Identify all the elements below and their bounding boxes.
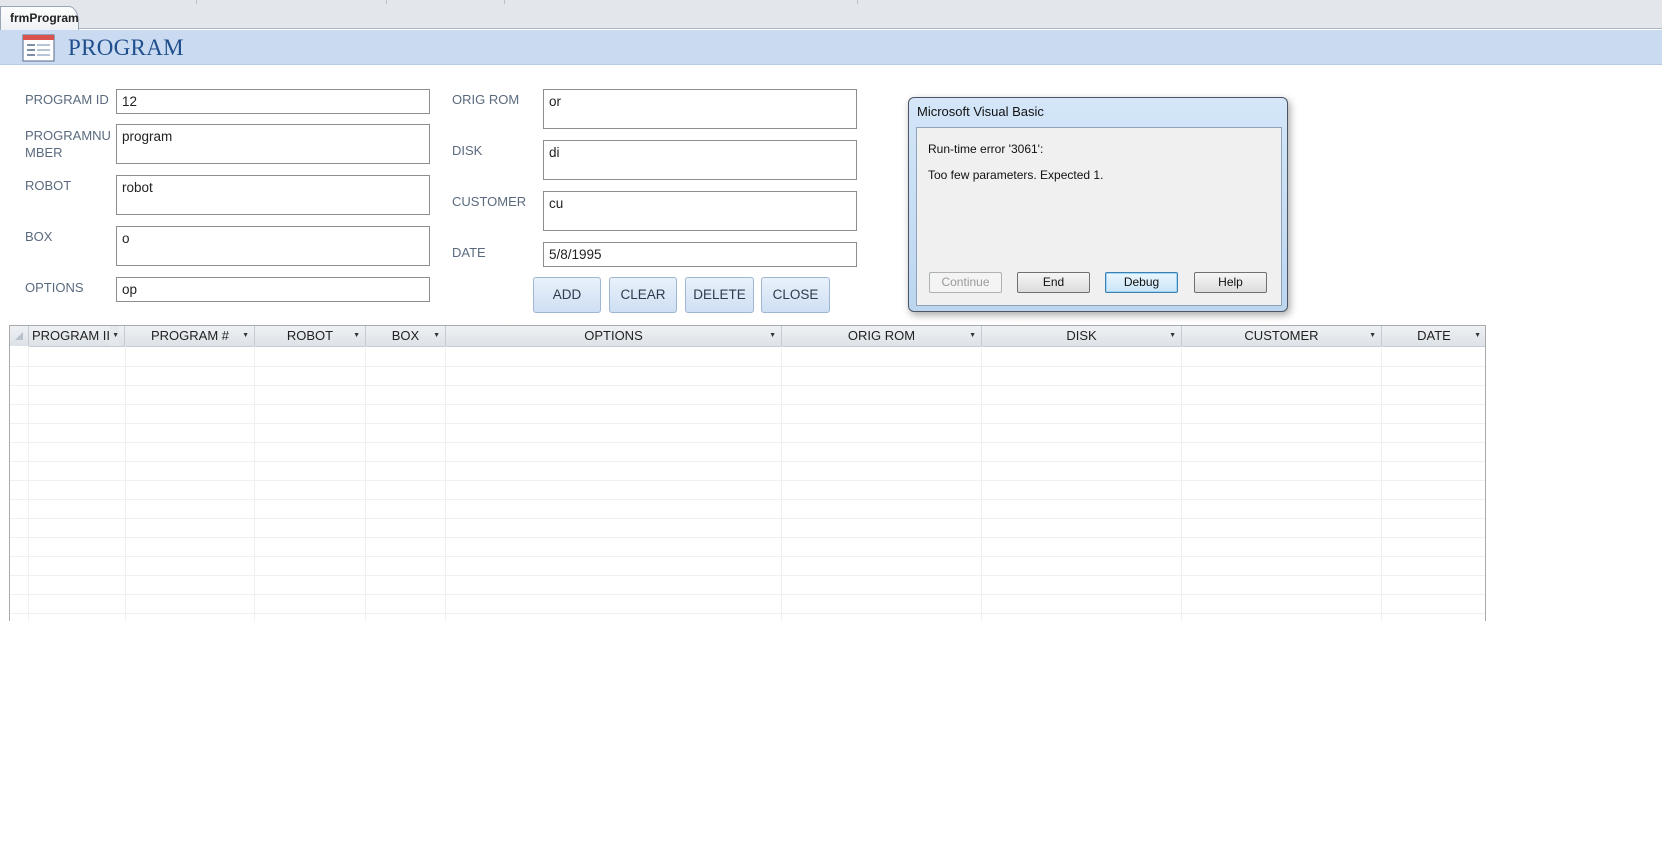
- program-id-field[interactable]: 12: [116, 89, 430, 114]
- grid-row-line: [10, 366, 1485, 367]
- column-header-label: BOX: [391, 328, 420, 343]
- record-selector-column[interactable]: [10, 346, 29, 621]
- column-header-box[interactable]: BOX ▼: [366, 326, 446, 346]
- grid-column-line: [1381, 346, 1382, 621]
- column-header-customer[interactable]: CUSTOMER ▼: [1182, 326, 1382, 346]
- program-id-label: PROGRAM ID: [25, 92, 109, 107]
- column-header-label: ROBOT: [286, 328, 334, 343]
- grid-column-line: [445, 346, 446, 621]
- grid-column-line: [1181, 346, 1182, 621]
- page-title: PROGRAM: [68, 35, 184, 60]
- column-header-label: DISK: [1066, 328, 1097, 343]
- grid-column-line: [254, 346, 255, 621]
- column-header-options[interactable]: OPTIONS ▼: [446, 326, 782, 346]
- close-button[interactable]: CLOSE: [761, 277, 830, 313]
- box-field[interactable]: o: [116, 226, 430, 266]
- grid-column-line: [781, 346, 782, 621]
- select-all-corner[interactable]: [10, 326, 29, 346]
- toolbar-segment: [196, 0, 387, 4]
- help-button[interactable]: Help: [1194, 272, 1267, 293]
- column-header-program-id[interactable]: PROGRAM II ▼: [29, 326, 125, 346]
- grid-row-line: [10, 499, 1485, 500]
- program-number-field[interactable]: program: [116, 124, 430, 164]
- toolbar-segment: [0, 0, 197, 4]
- column-header-label: OPTIONS: [584, 328, 643, 343]
- debug-button[interactable]: Debug: [1105, 272, 1178, 293]
- grid-row-line: [10, 518, 1485, 519]
- form-header: [0, 30, 1662, 65]
- document-tab-label: frmProgram: [10, 11, 79, 25]
- dropdown-arrow-icon[interactable]: ▼: [1474, 326, 1481, 346]
- grid-column-line: [28, 346, 29, 621]
- column-header-program-number[interactable]: PROGRAM # ▼: [126, 326, 255, 346]
- robot-label: ROBOT: [25, 178, 72, 193]
- orig-rom-field[interactable]: or: [543, 89, 857, 129]
- robot-field[interactable]: robot: [116, 175, 430, 215]
- select-all-icon: [15, 332, 23, 340]
- dropdown-arrow-icon[interactable]: ▼: [769, 326, 776, 346]
- grid-row-line: [10, 404, 1485, 405]
- document-tab-frmprogram[interactable]: frmProgram: [0, 6, 79, 30]
- date-field[interactable]: 5/8/1995: [543, 242, 857, 267]
- dropdown-arrow-icon[interactable]: ▼: [1169, 326, 1176, 346]
- column-header-date[interactable]: DATE ▼: [1382, 326, 1486, 346]
- grid-column-line: [125, 346, 126, 621]
- error-dialog: Microsoft Visual Basic Run-time error '3…: [908, 97, 1288, 312]
- box-label: BOX: [25, 229, 53, 244]
- column-header-label: DATE: [1417, 328, 1451, 343]
- column-header-label: PROGRAM #: [150, 328, 229, 343]
- date-label: DATE: [452, 245, 486, 260]
- column-header-label: PROGRAM II: [32, 328, 111, 343]
- dialog-body: Run-time error '3061': Too few parameter…: [916, 127, 1282, 306]
- dialog-title: Microsoft Visual Basic: [917, 104, 1044, 119]
- grid-row-line: [10, 385, 1485, 386]
- document-tab-strip: [0, 0, 1662, 29]
- form-icon: [22, 34, 55, 62]
- error-message-text: Too few parameters. Expected 1.: [928, 168, 1104, 182]
- dropdown-arrow-icon[interactable]: ▼: [353, 326, 360, 346]
- clear-button[interactable]: CLEAR: [609, 277, 677, 313]
- grid-row-line: [10, 423, 1485, 424]
- column-header-orig-rom[interactable]: ORIG ROM ▼: [782, 326, 982, 346]
- datasheet-grid[interactable]: PROGRAM II ▼ PROGRAM # ▼ ROBOT ▼ BOX ▼ O…: [9, 325, 1486, 621]
- column-header-label: CUSTOMER: [1244, 328, 1319, 343]
- dropdown-arrow-icon[interactable]: ▼: [242, 326, 249, 346]
- grid-row-line: [10, 594, 1485, 595]
- options-field[interactable]: op: [116, 277, 430, 302]
- customer-field[interactable]: cu: [543, 191, 857, 231]
- grid-row-line: [10, 575, 1485, 576]
- options-label: OPTIONS: [25, 280, 84, 295]
- column-header-robot[interactable]: ROBOT ▼: [255, 326, 366, 346]
- dropdown-arrow-icon[interactable]: ▼: [969, 326, 976, 346]
- error-code-text: Run-time error '3061':: [928, 142, 1044, 156]
- orig-rom-label: ORIG ROM: [452, 92, 520, 107]
- grid-row-line: [10, 556, 1485, 557]
- delete-button[interactable]: DELETE: [685, 277, 754, 313]
- end-button[interactable]: End: [1017, 272, 1090, 293]
- program-number-label: PROGRAMNU MBER: [25, 128, 111, 160]
- column-header-label: ORIG ROM: [847, 328, 916, 343]
- grid-row-line: [10, 537, 1485, 538]
- toolbar-segment: [386, 0, 505, 4]
- column-header-disk[interactable]: DISK ▼: [982, 326, 1182, 346]
- datasheet-header: PROGRAM II ▼ PROGRAM # ▼ ROBOT ▼ BOX ▼ O…: [10, 326, 1485, 347]
- continue-button: Continue: [929, 272, 1002, 293]
- disk-label: DISK: [452, 143, 483, 158]
- customer-label: CUSTOMER: [452, 194, 527, 209]
- grid-row-line: [10, 613, 1485, 614]
- grid-row-line: [10, 480, 1485, 481]
- disk-field[interactable]: di: [543, 140, 857, 180]
- dropdown-arrow-icon[interactable]: ▼: [110, 326, 119, 346]
- grid-row-line: [10, 461, 1485, 462]
- add-button[interactable]: ADD: [533, 277, 601, 313]
- grid-row-line: [10, 442, 1485, 443]
- toolbar-segment: [504, 0, 858, 4]
- grid-column-line: [981, 346, 982, 621]
- dropdown-arrow-icon[interactable]: ▼: [433, 326, 440, 346]
- grid-column-line: [365, 346, 366, 621]
- dropdown-arrow-icon[interactable]: ▼: [1369, 326, 1376, 346]
